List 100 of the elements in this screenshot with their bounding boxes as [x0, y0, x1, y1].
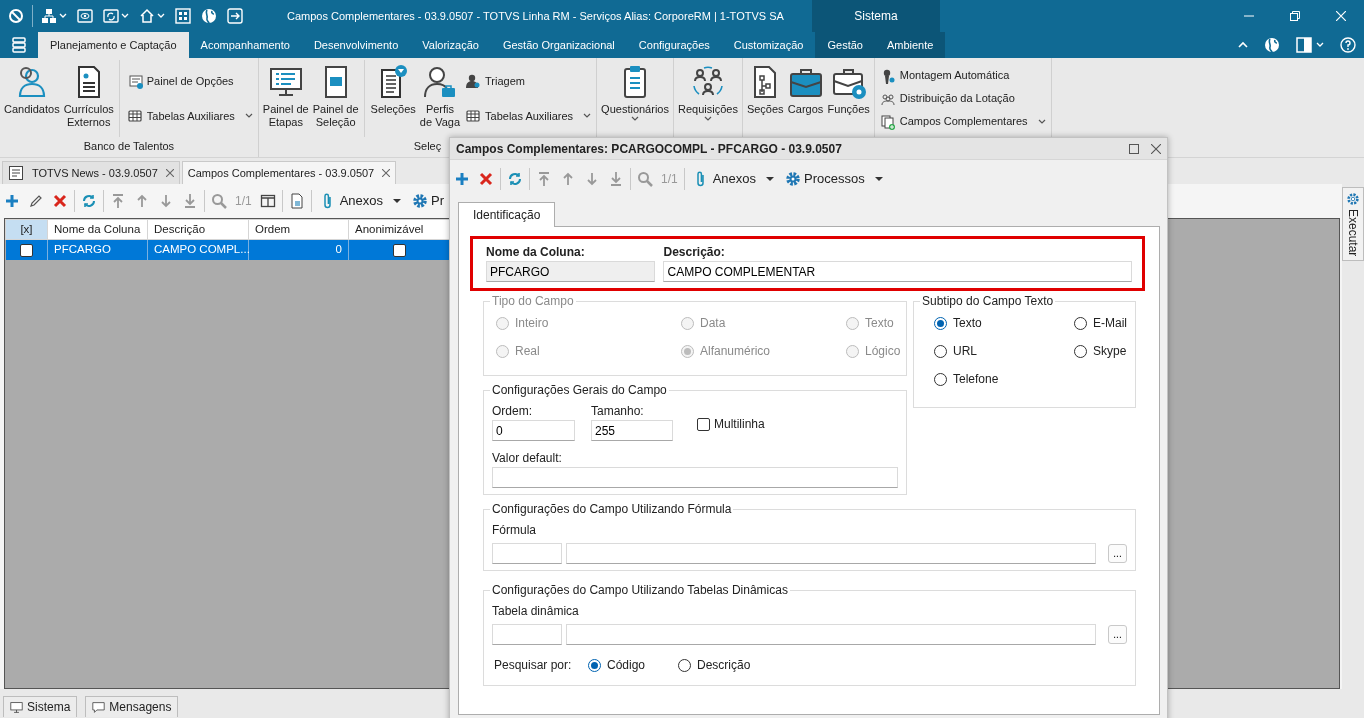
radio-button[interactable]: [1074, 344, 1087, 358]
columns-icon[interactable]: [259, 193, 276, 209]
input-field[interactable]: [492, 543, 562, 564]
status-tab[interactable]: Mensagens: [85, 696, 179, 717]
down-arrow-icon[interactable]: [158, 193, 174, 209]
caret-icon[interactable]: [121, 13, 129, 19]
column-header[interactable]: Anonimizável: [348, 219, 451, 240]
input-field[interactable]: [566, 543, 1096, 564]
document-tab[interactable]: Campos Complementares - 03.9.0507: [181, 160, 397, 184]
ribbon-button[interactable]: Seleções: [368, 60, 418, 137]
ribbon-button[interactable]: Seções: [744, 60, 786, 137]
layout-icon[interactable]: [1296, 37, 1312, 53]
ribbon-button[interactable]: Painel de Etapas: [260, 60, 311, 137]
first-icon[interactable]: [110, 193, 126, 209]
org-chart-icon[interactable]: [41, 8, 57, 24]
column-header[interactable]: [x]: [5, 219, 48, 240]
ellipsis-button[interactable]: ...: [1108, 625, 1127, 644]
caret-icon[interactable]: [1316, 42, 1324, 48]
ribbon-button[interactable]: Triagem: [462, 72, 595, 91]
execute-tab[interactable]: Executar: [1342, 187, 1364, 262]
help-icon[interactable]: [1340, 37, 1356, 53]
processes-button[interactable]: Processos: [784, 168, 885, 190]
radio-button[interactable]: [934, 344, 947, 358]
input-field[interactable]: [566, 624, 1096, 645]
refresh-icon[interactable]: [81, 193, 97, 209]
processes-button[interactable]: Pr: [411, 190, 447, 212]
input-field[interactable]: PFCARGO: [486, 261, 656, 282]
column-header[interactable]: Ordem: [248, 219, 349, 240]
add-icon[interactable]: [4, 193, 20, 209]
add-icon[interactable]: [454, 171, 470, 187]
attachments-button[interactable]: Anexos: [317, 190, 404, 212]
ribbon-button[interactable]: Funções: [825, 60, 872, 137]
input-field[interactable]: 255: [591, 420, 673, 441]
globe-icon[interactable]: [201, 8, 217, 24]
ribbon-button[interactable]: Tabelas Auxiliares: [462, 106, 595, 125]
ribbon-button[interactable]: Painel de Opções: [123, 72, 256, 91]
ribbon-button[interactable]: Perfis de Vaga: [417, 60, 463, 137]
input-field[interactable]: CAMPO COMPLEMENTAR: [663, 261, 1132, 282]
ribbon-button[interactable]: Montagem Automática: [876, 66, 1049, 85]
column-header[interactable]: Nome da Coluna: [47, 219, 148, 240]
ribbon-tab[interactable]: Acompanhamento: [188, 32, 302, 58]
delete-icon[interactable]: [52, 193, 68, 209]
checkbox[interactable]: [697, 417, 710, 431]
window-refresh-icon[interactable]: [103, 8, 119, 24]
ribbon-button[interactable]: Candidatos: [2, 60, 62, 137]
grid-icon[interactable]: [175, 8, 191, 24]
ribbon-tab[interactable]: Valorização: [410, 32, 491, 58]
globe-icon[interactable]: [1264, 37, 1280, 53]
document-icon[interactable]: [288, 193, 305, 209]
maximize-icon[interactable]: [1129, 143, 1139, 154]
attachments-button[interactable]: Anexos: [690, 168, 777, 190]
collapse-chevron-icon[interactable]: [1238, 41, 1248, 49]
ribbon-tab[interactable]: Gestão: [815, 32, 875, 58]
delete-icon[interactable]: [478, 171, 494, 187]
no-entry-icon[interactable]: [8, 8, 24, 24]
ribbon-tab[interactable]: Desenvolvimento: [301, 32, 411, 58]
search-icon[interactable]: [211, 193, 227, 209]
radio-button[interactable]: [588, 658, 601, 672]
exit-icon[interactable]: [227, 8, 243, 24]
eye-icon[interactable]: [77, 8, 93, 24]
input-field[interactable]: [492, 624, 562, 645]
tab[interactable]: Identificação: [458, 202, 556, 227]
ribbon-button[interactable]: Cargos: [785, 60, 826, 137]
ribbon-tab[interactable]: Configurações: [626, 32, 722, 58]
table-row[interactable]: PFCARGO CAMPO COMPL... 0: [5, 239, 451, 260]
status-tab[interactable]: Sistema: [3, 696, 78, 717]
radio-button[interactable]: [934, 316, 947, 330]
ribbon-tab[interactable]: Ambiente: [874, 32, 946, 58]
radio-button[interactable]: [1074, 316, 1087, 330]
ribbon-button[interactable]: Painel de Seleção: [310, 60, 361, 137]
ellipsis-button[interactable]: ...: [1108, 544, 1127, 563]
ribbon-button[interactable]: Distribuição da Lotação: [876, 89, 1049, 108]
field-label: Nome da Coluna:: [486, 244, 586, 261]
ribbon-tab[interactable]: Planejamento e Captação: [38, 32, 189, 58]
column-header[interactable]: Descrição: [147, 219, 249, 240]
ribbon-tab[interactable]: Customização: [721, 32, 816, 58]
ribbon-button[interactable]: Campos Complementares: [876, 112, 1049, 131]
close-icon[interactable]: [382, 168, 391, 177]
input-field[interactable]: [492, 467, 898, 488]
radio-button[interactable]: [934, 372, 947, 386]
home-icon[interactable]: [139, 8, 155, 24]
checkbox[interactable]: [19, 243, 33, 257]
caret-icon[interactable]: [157, 13, 165, 19]
close-icon[interactable]: [1151, 143, 1161, 154]
ribbon-button[interactable]: Questionários: [599, 60, 671, 137]
edit-icon[interactable]: [28, 193, 44, 209]
last-icon[interactable]: [182, 193, 198, 209]
menu-icon[interactable]: [11, 37, 27, 53]
close-icon[interactable]: [165, 168, 174, 177]
document-tab[interactable]: TOTVS News - 03.9.0507: [2, 160, 180, 184]
caret-icon[interactable]: [59, 13, 67, 19]
ribbon-button[interactable]: Currículos Externos: [61, 60, 116, 137]
refresh-icon[interactable]: [507, 171, 523, 187]
ribbon-button[interactable]: Requisições: [675, 60, 740, 137]
radio-button[interactable]: [678, 658, 691, 672]
checkbox[interactable]: [393, 243, 406, 257]
restore-icon[interactable]: [1290, 11, 1300, 21]
ribbon-tab[interactable]: Gestão Organizacional: [490, 32, 627, 58]
ribbon-button[interactable]: Tabelas Auxiliares: [123, 106, 256, 125]
input-field[interactable]: 0: [492, 420, 575, 441]
